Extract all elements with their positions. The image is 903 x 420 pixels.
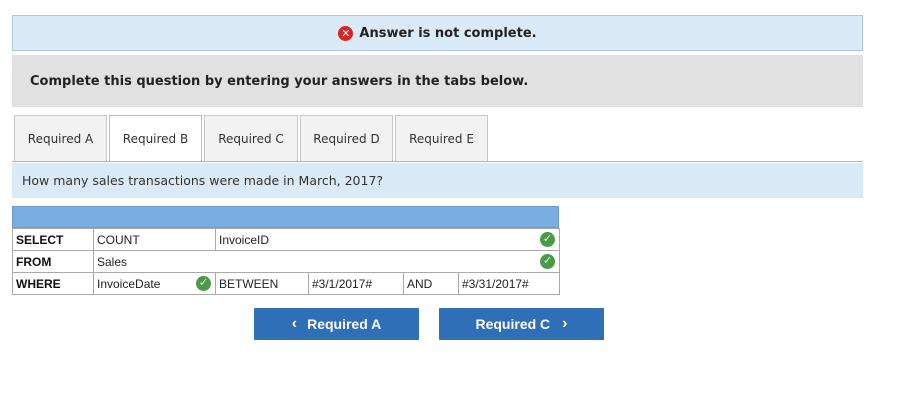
sql-table-header: [12, 206, 559, 228]
prev-button-label: Required A: [307, 316, 382, 332]
check-icon: ✓: [540, 254, 555, 269]
select-field-value: InvoiceID: [219, 232, 270, 247]
question-text: How many sales transactions were made in…: [22, 173, 384, 188]
next-button-label: Required C: [475, 316, 551, 332]
where-value1-field[interactable]: #3/1/2017#: [308, 272, 404, 295]
tab-required-b[interactable]: Required B: [109, 115, 202, 162]
from-row: FROM Sales ✓: [12, 250, 560, 273]
tab-required-c[interactable]: Required C: [204, 115, 298, 161]
where-conj-field[interactable]: AND: [403, 272, 459, 295]
where-field-cell[interactable]: InvoiceDate ✓: [93, 272, 216, 295]
answer-status-banner: ✕ Answer is not complete.: [12, 15, 863, 51]
tab-required-e[interactable]: Required E: [395, 115, 488, 161]
where-keyword: WHERE: [12, 272, 94, 295]
tab-required-d[interactable]: Required D: [300, 115, 393, 161]
select-field-cell[interactable]: InvoiceID ✓: [215, 228, 560, 251]
instructions-bar: Complete this question by entering your …: [12, 55, 863, 107]
from-table-value: Sales: [97, 254, 128, 269]
tab-divider: [12, 161, 863, 162]
instructions-text: Complete this question by entering your …: [30, 73, 529, 89]
error-x-icon: ✕: [338, 25, 354, 41]
tab-bar: Required A Required B Required C Require…: [14, 115, 490, 162]
prev-required-a-button[interactable]: ‹ Required A: [254, 308, 419, 340]
check-icon: ✓: [196, 276, 211, 291]
sql-query-table: SELECT COUNT InvoiceID ✓ FROM Sales ✓ WH…: [12, 228, 560, 295]
question-bar: How many sales transactions were made in…: [12, 163, 863, 198]
where-value2-field[interactable]: #3/31/2017#: [458, 272, 560, 295]
from-keyword: FROM: [12, 250, 94, 273]
next-required-c-button[interactable]: Required C ›: [439, 308, 604, 340]
chevron-left-icon: ‹: [291, 315, 298, 332]
answer-status-text: Answer is not complete.: [359, 25, 537, 41]
select-keyword: SELECT: [12, 228, 94, 251]
where-field-value: InvoiceDate: [97, 276, 161, 291]
select-row: SELECT COUNT InvoiceID ✓: [12, 228, 560, 251]
check-icon: ✓: [540, 232, 555, 247]
tab-required-a[interactable]: Required A: [14, 115, 107, 161]
where-operator-field[interactable]: BETWEEN: [215, 272, 309, 295]
select-function-field[interactable]: COUNT: [93, 228, 216, 251]
from-table-cell[interactable]: Sales ✓: [93, 250, 560, 273]
chevron-right-icon: ›: [562, 315, 568, 332]
where-row: WHERE InvoiceDate ✓ BETWEEN #3/1/2017# A…: [12, 272, 560, 295]
